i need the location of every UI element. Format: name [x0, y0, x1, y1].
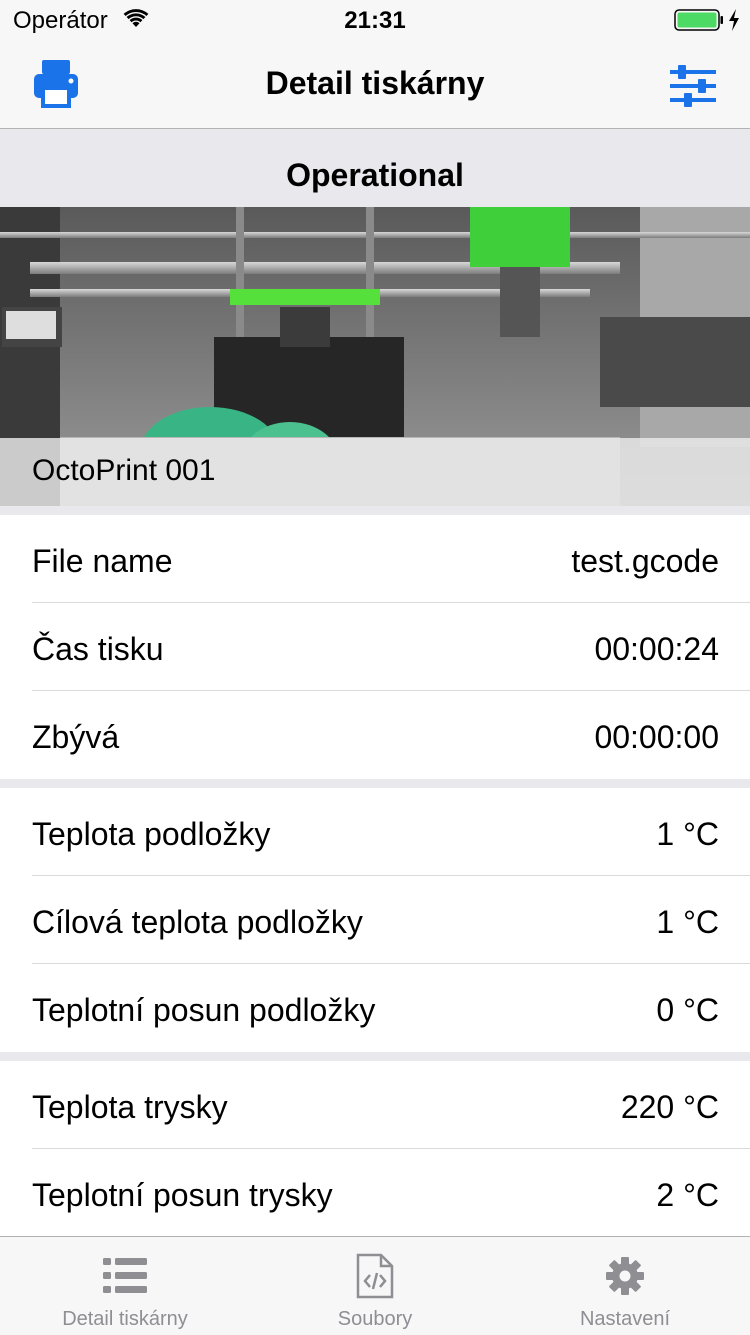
detail-row-bed-temp[interactable]: Teplota podložky 1 °C: [0, 788, 750, 876]
status-bar: Operátor 21:31: [0, 0, 750, 40]
detail-row-remaining[interactable]: Zbývá 00:00:00: [0, 691, 750, 779]
section-separator: [0, 506, 750, 515]
navigation-bar: Detail tiskárny: [0, 40, 750, 129]
detail-row-bed-offset[interactable]: Teplotní posun podložky 0 °C: [0, 964, 750, 1052]
row-label: Cílová teplota podložky: [32, 904, 363, 940]
code-file-icon: [356, 1253, 394, 1299]
detail-row-nozzle-temp[interactable]: Teplota trysky 220 °C: [0, 1061, 750, 1149]
row-label: Teplota podložky: [32, 816, 271, 852]
printer-state: Operational: [286, 157, 464, 193]
row-label: Zbývá: [32, 719, 120, 755]
row-value: 1 °C: [656, 816, 719, 852]
tab-bar: Detail tiskárny Soubory Nastavení: [0, 1236, 750, 1335]
row-label: Teplota trysky: [32, 1089, 228, 1125]
webcam-view[interactable]: OctoPrint 001: [0, 207, 750, 506]
tab-settings[interactable]: Nastavení: [500, 1237, 750, 1335]
printer-name: OctoPrint 001: [32, 454, 216, 487]
page-title: Detail tiskárny: [265, 65, 485, 101]
row-label: Čas tisku: [32, 631, 164, 667]
row-label: Teplotní posun trysky: [32, 1177, 333, 1213]
tab-label: Detail tiskárny: [62, 1308, 188, 1330]
printer-name-overlay: OctoPrint 001: [0, 438, 750, 506]
row-value: 220 °C: [620, 1089, 719, 1125]
section-separator: [0, 1052, 750, 1061]
printer-detail-table: File name test.gcode Čas tisku 00:00:24 …: [0, 506, 750, 1237]
row-value: 00:00:24: [594, 631, 719, 667]
clock: 21:31: [344, 7, 406, 34]
tab-printer-detail[interactable]: Detail tiskárny: [0, 1237, 250, 1335]
detail-row-print-time[interactable]: Čas tisku 00:00:24: [0, 603, 750, 691]
battery-icon: [674, 9, 723, 31]
row-value: 00:00:00: [594, 719, 719, 755]
gear-icon: [606, 1257, 644, 1295]
tab-label: Soubory: [337, 1308, 413, 1330]
tab-files[interactable]: Soubory: [250, 1237, 500, 1335]
sliders-icon[interactable]: [666, 62, 720, 110]
list-icon: [103, 1258, 147, 1293]
detail-row-file-name[interactable]: File name test.gcode: [0, 515, 750, 603]
charging-bolt-icon: [729, 9, 739, 31]
printer-state-header: Operational: [0, 129, 750, 207]
row-label: Teplotní posun podložky: [32, 992, 376, 1028]
detail-row-nozzle-offset[interactable]: Teplotní posun trysky 2 °C: [0, 1149, 750, 1237]
row-value: 0 °C: [656, 992, 719, 1028]
section-separator: [0, 779, 750, 788]
row-label: File name: [32, 543, 173, 579]
row-value: test.gcode: [571, 543, 719, 579]
tab-label: Nastavení: [579, 1308, 671, 1330]
row-value: 1 °C: [656, 904, 719, 940]
detail-row-bed-target[interactable]: Cílová teplota podložky 1 °C: [0, 876, 750, 964]
row-value: 2 °C: [656, 1177, 719, 1213]
